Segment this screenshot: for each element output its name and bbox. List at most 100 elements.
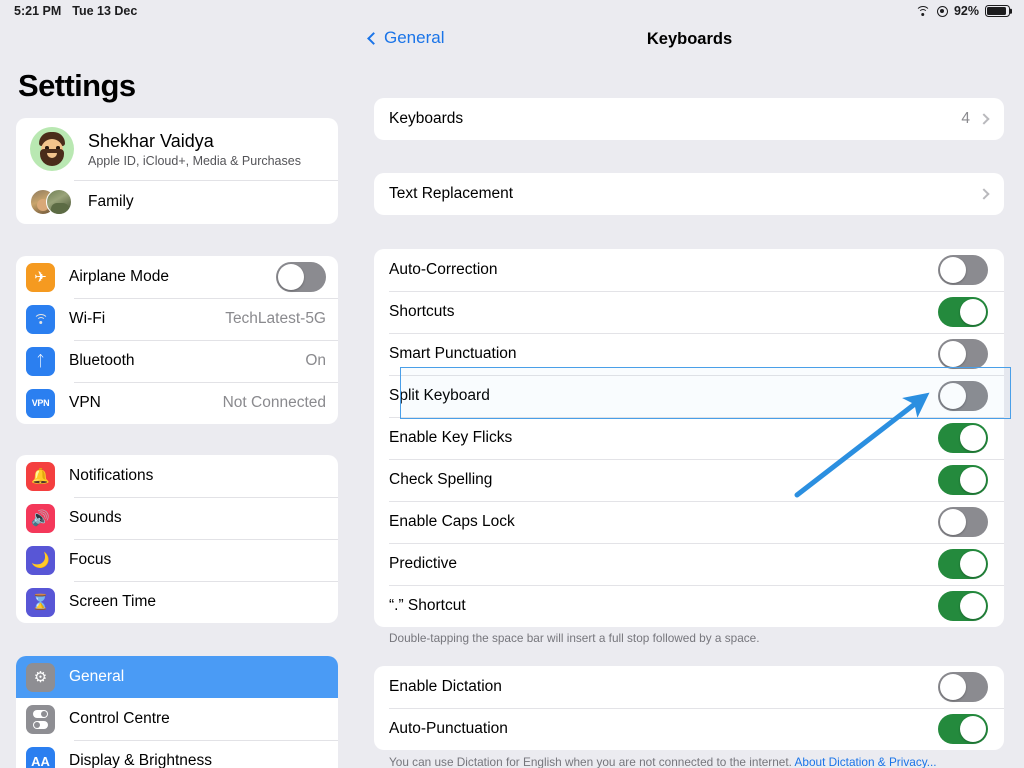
sidebar-item-vpn[interactable]: VPN VPN Not Connected xyxy=(16,382,338,424)
row-keyboards[interactable]: Keyboards 4 xyxy=(374,98,1004,140)
account-group: Shekhar Vaidya Apple ID, iCloud+, Media … xyxy=(16,118,338,224)
period-shortcut-toggle[interactable] xyxy=(938,591,988,621)
bluetooth-value: On xyxy=(305,352,326,370)
sidebar-item-label: Airplane Mode xyxy=(69,268,169,286)
sidebar-item-label: General xyxy=(69,668,124,686)
bell-icon: 🔔 xyxy=(26,462,55,491)
sidebar-item-label: Notifications xyxy=(69,467,153,485)
sidebar-item-focus[interactable]: 🌙 Focus xyxy=(16,539,338,581)
row-enable-caps-lock[interactable]: Enable Caps Lock xyxy=(374,501,1004,543)
sidebar-item-label: Bluetooth xyxy=(69,352,135,370)
row-enable-key-flicks[interactable]: Enable Key Flicks xyxy=(374,417,1004,459)
row-enable-dictation[interactable]: Enable Dictation xyxy=(374,666,1004,708)
sidebar-item-label: Display & Brightness xyxy=(69,752,212,768)
general-group: ⚙ General Control Centre AA Display & Br… xyxy=(16,656,338,768)
row-label: Check Spelling xyxy=(389,471,492,489)
row-shortcuts[interactable]: Shortcuts xyxy=(374,291,1004,333)
row-period-shortcut[interactable]: “.” Shortcut xyxy=(374,585,1004,627)
sidebar-item-airplane-mode[interactable]: ✈ Airplane Mode xyxy=(16,256,338,298)
enable-key-flicks-toggle[interactable] xyxy=(938,423,988,453)
row-label: Split Keyboard xyxy=(389,387,490,405)
sidebar-item-label: Wi-Fi xyxy=(69,310,105,328)
row-label: Enable Caps Lock xyxy=(389,513,515,531)
row-label: Text Replacement xyxy=(389,185,513,203)
auto-correction-toggle[interactable] xyxy=(938,255,988,285)
airplane-icon: ✈ xyxy=(26,263,55,292)
sidebar-item-label: Screen Time xyxy=(69,593,156,611)
row-label: Shortcuts xyxy=(389,303,454,321)
moon-icon: 🌙 xyxy=(26,546,55,575)
status-time: 5:21 PM xyxy=(14,4,61,18)
family-avatars-icon xyxy=(30,189,74,215)
row-auto-punctuation[interactable]: Auto-Punctuation xyxy=(374,708,1004,750)
row-label: Auto-Punctuation xyxy=(389,720,508,738)
sidebar-item-label: VPN xyxy=(69,394,101,412)
keyboards-detail-pane: General Keyboards Keyboards 4 Text Repla… xyxy=(355,0,1024,768)
smart-punctuation-toggle[interactable] xyxy=(938,339,988,369)
keyboards-card: Keyboards 4 xyxy=(374,98,1004,140)
status-bar: 5:21 PM Tue 13 Dec 92% xyxy=(0,0,1024,22)
sidebar-item-screen-time[interactable]: ⌛ Screen Time xyxy=(16,581,338,623)
row-predictive[interactable]: Predictive xyxy=(374,543,1004,585)
text-replacement-card: Text Replacement xyxy=(374,173,1004,215)
keyboards-count: 4 xyxy=(961,110,970,128)
enable-dictation-toggle[interactable] xyxy=(938,672,988,702)
row-label: Keyboards xyxy=(389,110,463,128)
sidebar-item-bluetooth[interactable]: ᛏ Bluetooth On xyxy=(16,340,338,382)
shortcuts-toggle[interactable] xyxy=(938,297,988,327)
sidebar-item-label: Sounds xyxy=(69,509,122,527)
gear-icon: ⚙ xyxy=(26,663,55,692)
battery-percent: 92% xyxy=(954,4,979,18)
bluetooth-icon: ᛏ xyxy=(26,347,55,376)
vpn-icon: VPN xyxy=(26,389,55,418)
split-keyboard-toggle[interactable] xyxy=(938,381,988,411)
chevron-right-icon xyxy=(978,188,989,199)
dictation-footnote: You can use Dictation for English when y… xyxy=(389,755,989,768)
enable-caps-lock-toggle[interactable] xyxy=(938,507,988,537)
keyboard-options-card: Auto-Correction Shortcuts Smart Punctuat… xyxy=(374,249,1004,627)
status-date: Tue 13 Dec xyxy=(72,4,137,18)
account-subtitle: Apple ID, iCloud+, Media & Purchases xyxy=(88,154,301,168)
sidebar-item-notifications[interactable]: 🔔 Notifications xyxy=(16,455,338,497)
row-auto-correction[interactable]: Auto-Correction xyxy=(374,249,1004,291)
sidebar-item-control-centre[interactable]: Control Centre xyxy=(16,698,338,740)
battery-icon xyxy=(985,5,1010,17)
sidebar-item-apple-id[interactable]: Shekhar Vaidya Apple ID, iCloud+, Media … xyxy=(16,118,338,180)
airplane-mode-toggle[interactable] xyxy=(276,262,326,292)
row-split-keyboard[interactable]: Split Keyboard xyxy=(374,375,1004,417)
wifi-value: TechLatest-5G xyxy=(225,310,326,328)
settings-sidebar: Settings Shekhar Vaidya Apple ID, iCloud… xyxy=(0,0,355,768)
row-text-replacement[interactable]: Text Replacement xyxy=(374,173,1004,215)
sidebar-item-wifi[interactable]: Wi-Fi TechLatest-5G xyxy=(16,298,338,340)
connectivity-group: ✈ Airplane Mode Wi-Fi TechLatest-5G ᛏ Bl… xyxy=(16,256,338,424)
check-spelling-toggle[interactable] xyxy=(938,465,988,495)
dictation-footnote-text: You can use Dictation for English when y… xyxy=(389,755,795,768)
row-label: Enable Dictation xyxy=(389,678,502,696)
row-smart-punctuation[interactable]: Smart Punctuation xyxy=(374,333,1004,375)
row-label: “.” Shortcut xyxy=(389,597,466,615)
sidebar-item-family[interactable]: Family xyxy=(16,180,338,224)
wifi-icon xyxy=(915,5,931,17)
display-brightness-icon: AA xyxy=(26,747,55,768)
sidebar-item-display-brightness[interactable]: AA Display & Brightness xyxy=(16,740,338,768)
account-name: Shekhar Vaidya xyxy=(88,131,301,152)
notifications-group: 🔔 Notifications 🔊 Sounds 🌙 Focus ⌛ Scree… xyxy=(16,455,338,623)
sidebar-item-general[interactable]: ⚙ General xyxy=(16,656,338,698)
page-title: Settings xyxy=(18,68,136,104)
row-label: Smart Punctuation xyxy=(389,345,517,363)
row-check-spelling[interactable]: Check Spelling xyxy=(374,459,1004,501)
row-label: Predictive xyxy=(389,555,457,573)
about-dictation-privacy-link[interactable]: About Dictation & Privacy... xyxy=(795,755,937,768)
memoji-avatar-icon xyxy=(30,127,74,171)
sidebar-item-sounds[interactable]: 🔊 Sounds xyxy=(16,497,338,539)
sidebar-item-label: Family xyxy=(88,193,134,211)
dictation-card: Enable Dictation Auto-Punctuation xyxy=(374,666,1004,750)
speaker-icon: 🔊 xyxy=(26,504,55,533)
auto-punctuation-toggle[interactable] xyxy=(938,714,988,744)
control-centre-icon xyxy=(26,705,55,734)
wifi-icon xyxy=(26,305,55,334)
chevron-right-icon xyxy=(978,113,989,124)
sidebar-item-label: Focus xyxy=(69,551,111,569)
predictive-toggle[interactable] xyxy=(938,549,988,579)
fullstop-footnote: Double-tapping the space bar will insert… xyxy=(389,631,989,647)
